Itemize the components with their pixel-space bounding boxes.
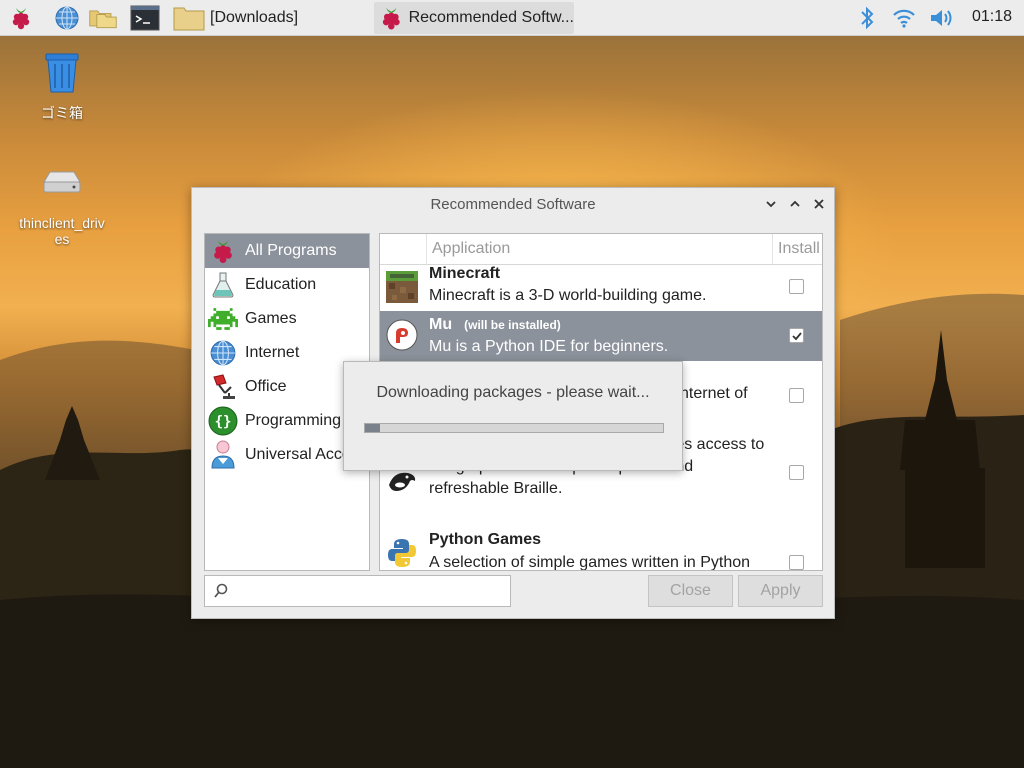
taskbar-downloads[interactable]: [Downloads] [172,2,370,34]
category-label: Programming [245,412,342,429]
category-games[interactable]: Games [205,302,369,336]
clock: 01:18 [971,8,1012,25]
top-panel: [Downloads] Recommended Softw... 01:18 [0,0,1024,36]
category-education[interactable]: Education [205,268,369,302]
desktop-drive[interactable]: thinclient_driv es [12,160,112,247]
list-header: Application Install [380,234,822,265]
bluetooth-icon[interactable] [852,3,882,33]
checkmark-icon [791,331,802,340]
taskbar-app-label: Recommended Softw... [408,9,574,26]
desk-lamp-icon [207,371,239,403]
file-manager-icon[interactable] [88,3,118,33]
close-icon[interactable] [809,194,829,214]
web-browser-icon[interactable] [52,3,82,33]
search-input[interactable] [204,575,511,607]
globe-icon [207,337,239,369]
window-titlebar[interactable]: Recommended Software [192,188,834,220]
app-description: Minecraft is a 3-D world-building game. [429,287,707,304]
minecraft-icon [386,271,418,303]
app-name: Mu (will be installed) [429,316,561,334]
category-label: All Programs [245,242,337,259]
app-row-mu[interactable]: Mu (will be installed) Mu is a Python IDE… [380,311,822,361]
desktop-trash[interactable]: ゴミ箱 [12,48,112,123]
app-row-minecraft[interactable]: Minecraft Minecraft is a 3-D world-build… [380,265,822,311]
progress-bar [364,423,664,433]
category-label: Internet [245,344,300,361]
space-invader-icon [207,303,239,335]
app-name: Python Games [429,531,542,548]
category-label: Office [245,378,287,395]
python-icon [388,539,416,567]
app-description: nternet of [680,385,748,402]
category-label: Universal Acce [245,446,351,463]
minimize-icon[interactable] [761,194,781,214]
apply-button[interactable]: Apply [738,575,823,607]
raspberry-icon [207,235,239,267]
trash-icon [45,53,79,93]
svg-text:{}: {} [215,414,232,430]
progress-dialog: Downloading packages - please wait... [343,361,683,471]
volume-icon[interactable] [927,3,957,33]
close-button[interactable]: Close [648,575,733,607]
mu-editor-icon [386,319,418,351]
progress-bar-fill [365,424,380,432]
app-description: Mu is a Python IDE for beginners. [429,338,669,355]
raspberry-icon [382,7,400,30]
flask-icon [207,269,239,301]
install-checkbox[interactable] [789,388,804,403]
category-label: Education [245,276,317,293]
app-name: Minecraft [429,265,501,282]
app-description-line3: refreshable Braille. [429,480,563,497]
person-icon [207,439,239,471]
desktop-trash-label: ゴミ箱 [41,105,83,121]
desktop-drive-label-2: es [54,231,70,247]
install-checkbox[interactable] [789,555,804,570]
category-all-programs[interactable]: All Programs [205,234,369,268]
category-label: Games [245,310,297,327]
raspberry-menu-icon[interactable] [6,3,36,33]
folder-icon [173,7,205,31]
desktop-drive-label-1: thinclient_driv [19,215,105,231]
taskbar-downloads-label: [Downloads] [210,9,299,26]
app-name-text: Mu [429,316,453,333]
taskbar-recommended-software[interactable]: Recommended Softw... [374,2,574,34]
drive-icon [43,171,81,193]
column-install[interactable]: Install [772,234,822,264]
maximize-icon[interactable] [785,194,805,214]
terminal-icon[interactable] [130,3,160,33]
column-application[interactable]: Application [426,234,772,264]
window-title: Recommended Software [430,196,596,213]
install-status-tag: (will be installed) [464,318,561,332]
search-icon [214,583,228,598]
app-row-python-games[interactable]: Python Games A selection of simple games… [380,527,822,571]
wifi-icon[interactable] [889,3,919,33]
install-checkbox[interactable] [789,279,804,294]
progress-message: Downloading packages - please wait... [376,384,650,401]
install-checkbox-checked[interactable] [789,328,804,343]
braces-icon: {} [207,405,239,437]
install-checkbox[interactable] [789,465,804,480]
app-description: A selection of simple games written in P… [429,554,751,571]
